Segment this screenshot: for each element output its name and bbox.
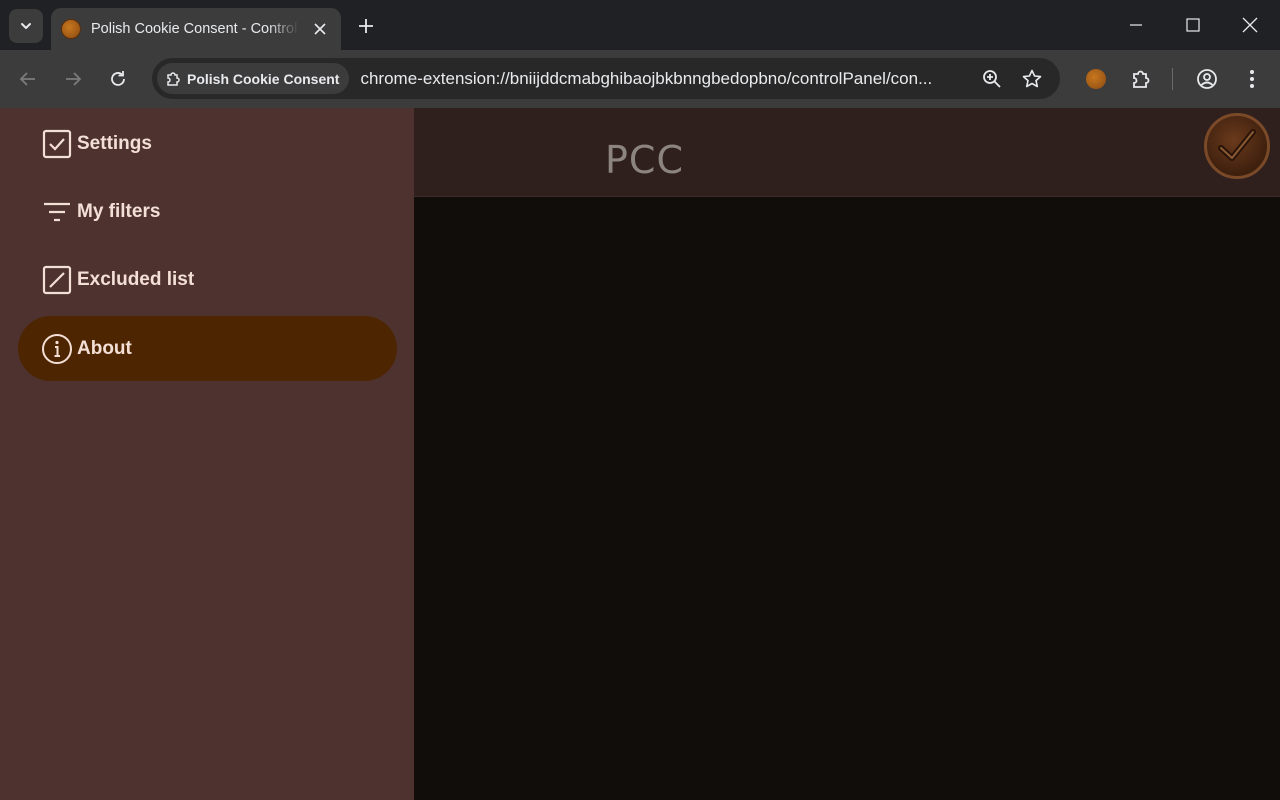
back-button[interactable] — [13, 64, 43, 94]
toolbar-divider — [1172, 68, 1173, 90]
url-text[interactable]: chrome-extension://bniijddcmabghibaojbkb… — [360, 69, 970, 89]
reload-button[interactable] — [103, 64, 133, 94]
account-circle-icon — [1197, 69, 1217, 89]
close-window-button[interactable] — [1230, 10, 1270, 40]
arrow-left-icon — [19, 72, 35, 86]
pcc-logo — [1204, 113, 1270, 179]
forward-button[interactable] — [58, 64, 88, 94]
pcc-extension-button[interactable] — [1081, 64, 1111, 94]
profile-button[interactable] — [1192, 64, 1222, 94]
filter-icon — [41, 196, 73, 228]
extension-puzzle-icon — [167, 71, 180, 86]
more-vertical-icon — [1250, 70, 1254, 88]
close-icon — [1242, 17, 1258, 33]
extension-puzzle-icon — [1133, 70, 1150, 88]
sidebar-item-label: Excluded list — [77, 268, 195, 290]
tab-title: Polish Cookie Consent - Control Panel — [91, 21, 299, 37]
reload-icon — [111, 71, 125, 86]
info-icon — [41, 333, 73, 365]
page-header: PCC — [414, 108, 1280, 197]
tab-strip: Polish Cookie Consent - Control Panel — [0, 0, 1280, 50]
sidebar-item-label: Settings — [77, 132, 152, 154]
extension-page: Settings My filters Excluded list About … — [0, 108, 1280, 800]
maximize-button[interactable] — [1173, 10, 1213, 40]
star-icon — [1022, 69, 1042, 88]
sidebar-item-label: About — [77, 337, 132, 359]
zoom-button[interactable] — [979, 66, 1005, 92]
checkbox-icon — [41, 128, 73, 160]
sidebar-item-my-filters[interactable]: My filters — [18, 179, 397, 244]
checkmark-icon — [1218, 129, 1256, 161]
new-tab-button[interactable] — [352, 12, 380, 40]
browser-tab[interactable]: Polish Cookie Consent - Control Panel — [51, 8, 341, 50]
arrow-right-icon — [66, 72, 82, 86]
address-bar[interactable]: Polish Cookie Consent chrome-extension:/… — [152, 58, 1060, 99]
sidebar-item-excluded-list[interactable]: Excluded list — [18, 247, 397, 312]
sidebar-item-label: My filters — [77, 200, 161, 222]
sidebar-item-settings[interactable]: Settings — [18, 111, 397, 176]
edit-box-icon — [41, 264, 73, 296]
browser-toolbar: Polish Cookie Consent chrome-extension:/… — [0, 50, 1280, 108]
page-title: PCC — [605, 138, 684, 182]
sidebar: Settings My filters Excluded list About — [0, 108, 414, 800]
menu-button[interactable] — [1237, 64, 1267, 94]
chevron-down-icon — [21, 23, 31, 29]
site-info-chip[interactable]: Polish Cookie Consent — [157, 63, 350, 94]
zoom-in-icon — [983, 70, 1001, 88]
extensions-button[interactable] — [1126, 64, 1156, 94]
tab-close-button[interactable] — [309, 18, 331, 40]
minimize-button[interactable] — [1116, 10, 1156, 40]
maximize-icon — [1186, 18, 1200, 32]
cookie-favicon-icon — [61, 19, 81, 39]
close-icon — [314, 23, 326, 35]
tab-search-button[interactable] — [9, 9, 43, 43]
bookmark-button[interactable] — [1019, 66, 1045, 92]
main-content — [414, 198, 1280, 800]
plus-icon — [359, 19, 373, 33]
site-chip-label: Polish Cookie Consent — [187, 70, 340, 87]
cookie-icon — [1086, 69, 1106, 89]
minimize-icon — [1130, 24, 1142, 26]
sidebar-item-about[interactable]: About — [18, 316, 397, 381]
